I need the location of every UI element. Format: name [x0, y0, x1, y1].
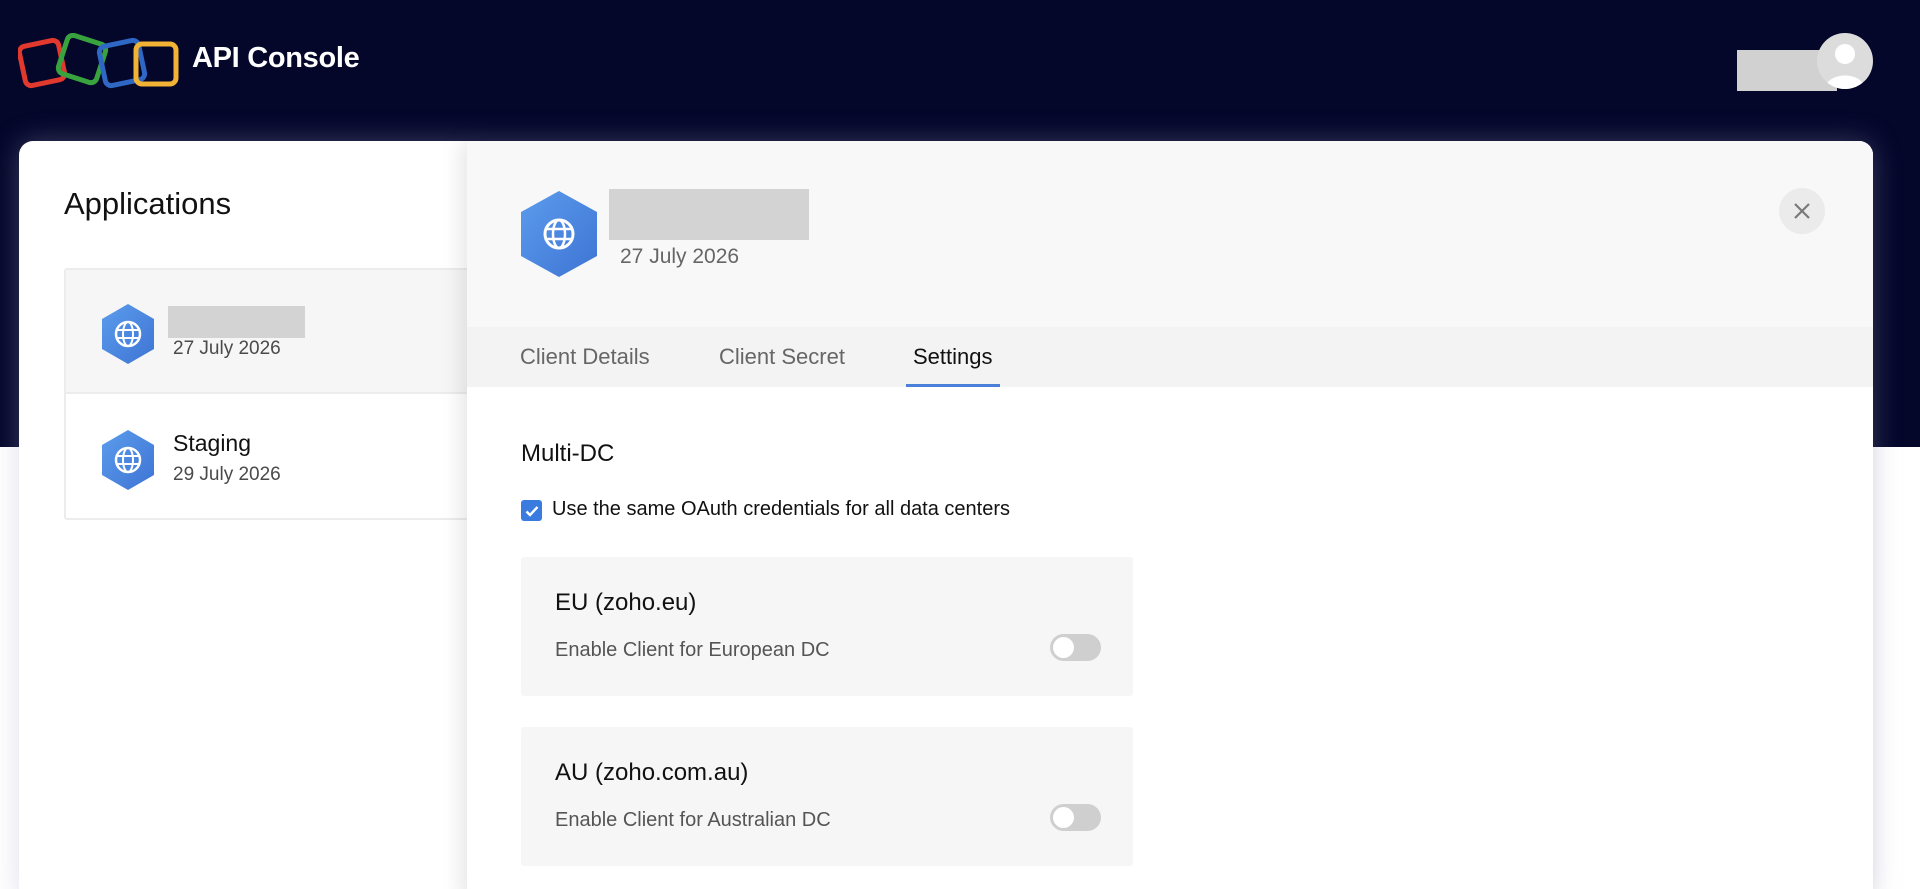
app-title: API Console — [192, 42, 360, 74]
application-date: 27 July 2026 — [173, 338, 281, 359]
panel-header: 27 July 2026 — [467, 141, 1873, 327]
globe-icon — [102, 430, 154, 490]
dc-title: AU (zoho.com.au) — [555, 759, 749, 786]
dc-title: EU (zoho.eu) — [555, 589, 697, 616]
tab-settings[interactable]: Settings — [906, 327, 1000, 387]
application-detail-panel: 27 July 2026 Client Details Client Secre… — [467, 141, 1873, 889]
same-credentials-label: Use the same OAuth credentials for all d… — [552, 498, 1011, 520]
tab-bar: Client Details Client Secret Settings — [467, 327, 1873, 387]
application-date: 29 July 2026 — [173, 464, 281, 485]
logo-icon — [18, 33, 179, 89]
checkmark-icon — [525, 505, 538, 517]
multidc-title: Multi-DC — [521, 440, 615, 467]
applications-title: Applications — [64, 186, 232, 221]
application-item[interactable]: Staging 29 July 2026 — [66, 396, 482, 520]
toggle-knob — [1053, 637, 1074, 658]
application-name-redacted — [168, 306, 305, 338]
tab-client-secret-placeholder — [579, 327, 593, 387]
dc-card-eu: EU (zoho.eu) Enable Client for European … — [521, 557, 1133, 696]
dc-description: Enable Client for Australian DC — [555, 809, 831, 831]
globe-icon — [102, 304, 154, 364]
toggle-knob — [1053, 807, 1074, 828]
application-name: Staging — [173, 430, 252, 456]
close-button[interactable] — [1779, 188, 1825, 234]
enable-eu-toggle[interactable] — [1050, 634, 1101, 661]
application-item[interactable]: 27 July 2026 — [66, 270, 482, 394]
dc-card-au: AU (zoho.com.au) Enable Client for Austr… — [521, 727, 1133, 866]
user-avatar[interactable] — [1817, 33, 1873, 89]
top-header: API Console — [0, 0, 1920, 120]
application-list: 27 July 2026 Staging 29 July 2026 — [64, 268, 484, 520]
globe-icon — [521, 191, 597, 277]
close-icon — [1794, 203, 1810, 219]
enable-au-toggle[interactable] — [1050, 804, 1101, 831]
same-credentials-checkbox[interactable] — [521, 500, 542, 521]
user-icon — [1825, 44, 1865, 89]
dc-description: Enable Client for European DC — [555, 639, 830, 661]
tab-client-secret[interactable]: Client Secret — [712, 327, 852, 387]
application-name-redacted — [609, 189, 809, 240]
application-created-date: 27 July 2026 — [620, 245, 740, 268]
